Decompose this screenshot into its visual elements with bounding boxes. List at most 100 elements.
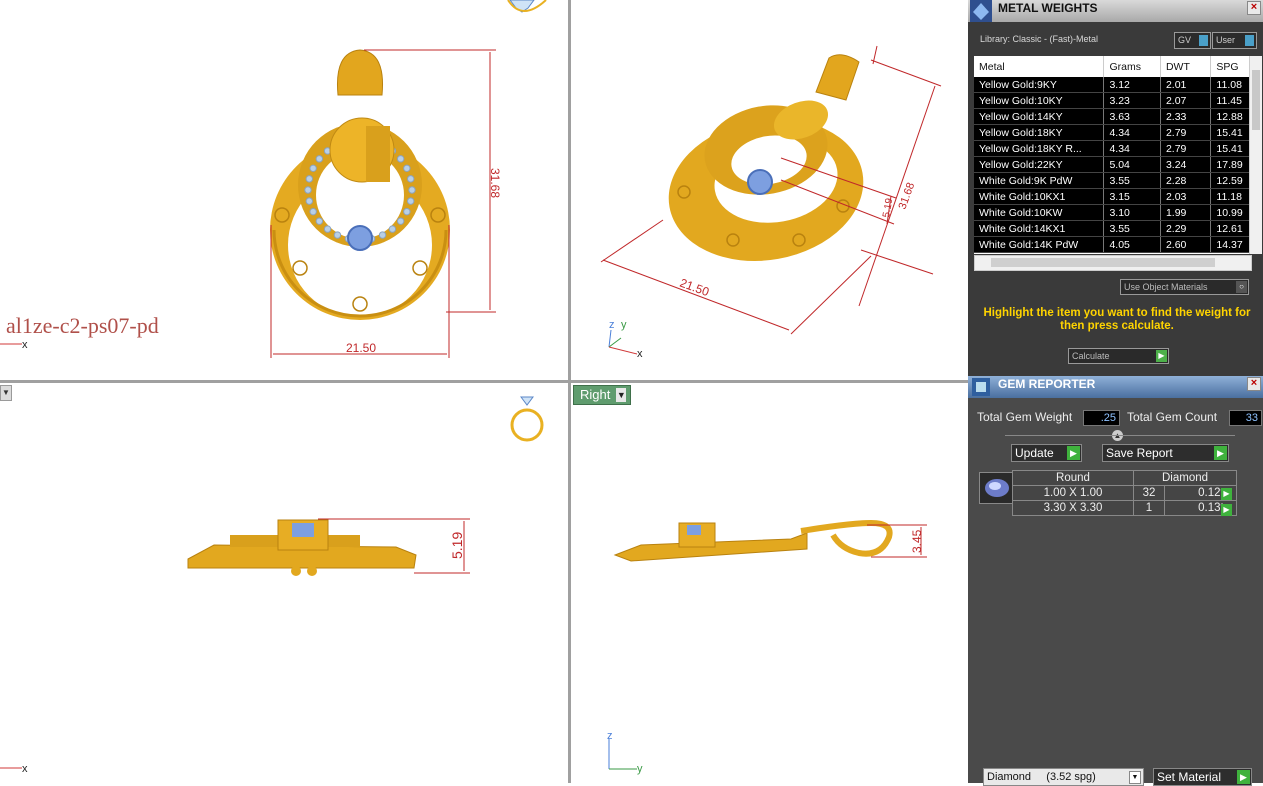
viewport-top[interactable]: 31.68 21.50 x al1ze-c2-ps07-pd	[0, 0, 568, 380]
right-axis-y: y	[637, 763, 643, 775]
col-metal[interactable]: Metal	[974, 56, 1105, 77]
gem-header-material: Diamond	[1133, 470, 1237, 486]
model-name: al1ze-c2-ps07-pd	[6, 313, 159, 338]
front-dim-label: 5.19	[449, 532, 465, 559]
metal-row[interactable]: Yellow Gold:10KY 3.23 2.07 11.45	[974, 92, 1262, 109]
metal-cell: 4.05	[1103, 236, 1161, 253]
calculate-hint: Highlight the item you want to find the …	[983, 307, 1251, 332]
metal-table-hscroll[interactable]	[974, 255, 1252, 271]
metal-cell: 3.24	[1160, 156, 1212, 173]
metal-table[interactable]: Metal Grams DWT SPG Yellow Gold:9KY 3.12 2…	[974, 56, 1262, 254]
persp-axis-x: x	[637, 348, 643, 360]
small-stone	[388, 225, 397, 233]
metal-cell: 3.63	[1103, 108, 1161, 125]
small-stone	[315, 217, 324, 225]
gem-row-1-arrow-icon[interactable]: ▶	[1221, 488, 1232, 500]
small-stone	[305, 175, 314, 183]
small-stone	[406, 197, 415, 205]
small-stone	[315, 155, 324, 163]
metal-cell: 2.03	[1160, 188, 1212, 205]
gem-row[interactable]: 3.30 X 3.30 1 0.13tw	[1012, 500, 1237, 516]
metal-cell: 2.33	[1160, 108, 1212, 125]
viewport-right[interactable]: 3.45 z y Right ▼	[571, 383, 968, 783]
close-icon[interactable]: ×	[1247, 377, 1261, 391]
metal-cell: White Gold:9K PdW	[974, 172, 1105, 189]
metal-cell: 3.55	[1103, 172, 1161, 189]
gem-row-2-arrow-icon[interactable]: ▶	[1221, 504, 1232, 516]
metal-row[interactable]: White Gold:14K PdW 4.05 2.60 14.37	[974, 236, 1262, 253]
viewport-perspective[interactable]: 21.50 31.68 5.19 z y x	[571, 0, 968, 380]
viewport-front[interactable]: ▼ 5.19 x	[0, 383, 568, 783]
viewport-label-tab[interactable]: Right ▼	[573, 385, 632, 405]
small-stone	[305, 197, 314, 205]
gem-reporter-header: GEM REPORTER ×	[968, 376, 1263, 398]
small-stone	[408, 186, 416, 194]
metal-cell: 3.15	[1103, 188, 1161, 205]
metal-row[interactable]: White Gold:10KW 3.10 1.99 10.99	[974, 204, 1262, 221]
col-dwt[interactable]: DWT	[1160, 56, 1212, 77]
close-icon[interactable]: ×	[1247, 1, 1261, 15]
small-stone	[304, 186, 312, 194]
dim-height-label: 31.68	[488, 168, 502, 198]
metal-cell: White Gold:10KX1	[974, 188, 1105, 205]
total-gem-weight-value: .25	[1083, 410, 1120, 426]
user-toggle[interactable]: User	[1212, 32, 1257, 49]
viewport-menu-dropdown[interactable]: ▼	[0, 385, 12, 401]
metal-row[interactable]: Yellow Gold:22KY 5.04 3.24 17.89	[974, 156, 1262, 173]
gem-header-shape: Round	[1012, 470, 1134, 486]
col-grams[interactable]: Grams	[1103, 56, 1161, 77]
center-gem	[347, 225, 373, 251]
metal-row[interactable]: Yellow Gold:18KY R... 4.34 2.79 15.41	[974, 140, 1262, 157]
viewport-dropdown-icon[interactable]: ▼	[616, 388, 627, 402]
metal-cell: 4.34	[1103, 140, 1161, 157]
metal-cell: Yellow Gold:10KY	[974, 92, 1105, 109]
small-stone	[323, 225, 332, 233]
gem-thumbnail[interactable]	[979, 472, 1015, 504]
total-gem-count-value: 33	[1229, 410, 1262, 426]
set-material-button[interactable]: Set Material ▶	[1153, 768, 1252, 786]
diamond-scale-icon	[970, 0, 992, 22]
calculate-button[interactable]: Calculate ▶	[1068, 348, 1169, 364]
material-select[interactable]: Diamond (3.52 spg) ▼	[983, 768, 1144, 786]
total-gem-count-label: Total Gem Count	[1127, 410, 1218, 424]
metal-weights-panel: METAL WEIGHTS × Library: Classic - (Fast…	[968, 0, 1263, 376]
metal-row[interactable]: Yellow Gold:18KY 4.34 2.79 15.41	[974, 124, 1262, 141]
metal-row[interactable]: White Gold:14KX1 3.55 2.29 12.61	[974, 220, 1262, 237]
axis-x-label: x	[22, 339, 28, 351]
gem-report-icon	[972, 378, 990, 396]
metal-cell: 1.99	[1160, 204, 1212, 221]
small-stone	[396, 155, 405, 163]
use-object-materials-toggle[interactable]: Use Object Materials ○	[1120, 279, 1249, 295]
gem-reporter-title: GEM REPORTER	[998, 377, 1096, 391]
metal-row[interactable]: Yellow Gold:9KY 3.12 2.01 11.08	[974, 77, 1262, 93]
metal-row[interactable]: White Gold:9K PdW 3.55 2.28 12.59	[974, 172, 1262, 189]
small-stone	[396, 217, 405, 225]
metal-row[interactable]: White Gold:10KX1 3.15 2.03 11.18	[974, 188, 1262, 205]
metal-cell: Yellow Gold:22KY	[974, 156, 1105, 173]
small-stone	[403, 164, 411, 173]
perspective-center-gem	[747, 169, 773, 195]
metal-cell: White Gold:14KX1	[974, 220, 1105, 237]
gem-row[interactable]: 1.00 X 1.00 32 0.12tw	[1012, 485, 1237, 501]
metal-cell: Yellow Gold:18KY R...	[974, 140, 1105, 157]
gv-toggle[interactable]: GV	[1174, 32, 1211, 49]
metal-cell: 2.01	[1160, 77, 1212, 93]
ring-view-icon	[507, 0, 547, 13]
metal-cell: 3.10	[1103, 204, 1161, 221]
gem-table[interactable]: Round Diamond 1.00 X 1.00 32 0.12tw 3.30…	[1012, 470, 1237, 516]
metal-cell: 2.79	[1160, 124, 1212, 141]
pendant-perspective-view: 21.50 31.68 5.19 z y x	[600, 45, 942, 360]
metal-cell: 2.60	[1160, 236, 1212, 253]
persp-dim-height: 31.68	[897, 181, 918, 211]
metal-cell: 2.79	[1160, 140, 1212, 157]
metal-row[interactable]: Yellow Gold:14KY 3.63 2.33 12.88	[974, 108, 1262, 125]
persp-dim-width: 21.50	[678, 276, 711, 300]
metal-table-vscroll[interactable]	[1249, 56, 1262, 254]
update-button[interactable]: Update ▶	[1011, 444, 1082, 462]
viewport-label: Right	[580, 387, 611, 402]
small-stone	[378, 231, 387, 239]
small-stone	[309, 207, 317, 216]
total-gem-weight-label: Total Gem Weight	[977, 410, 1073, 424]
save-report-button[interactable]: Save Report ▶	[1102, 444, 1229, 462]
right-dim-label: 3.45	[910, 529, 924, 553]
